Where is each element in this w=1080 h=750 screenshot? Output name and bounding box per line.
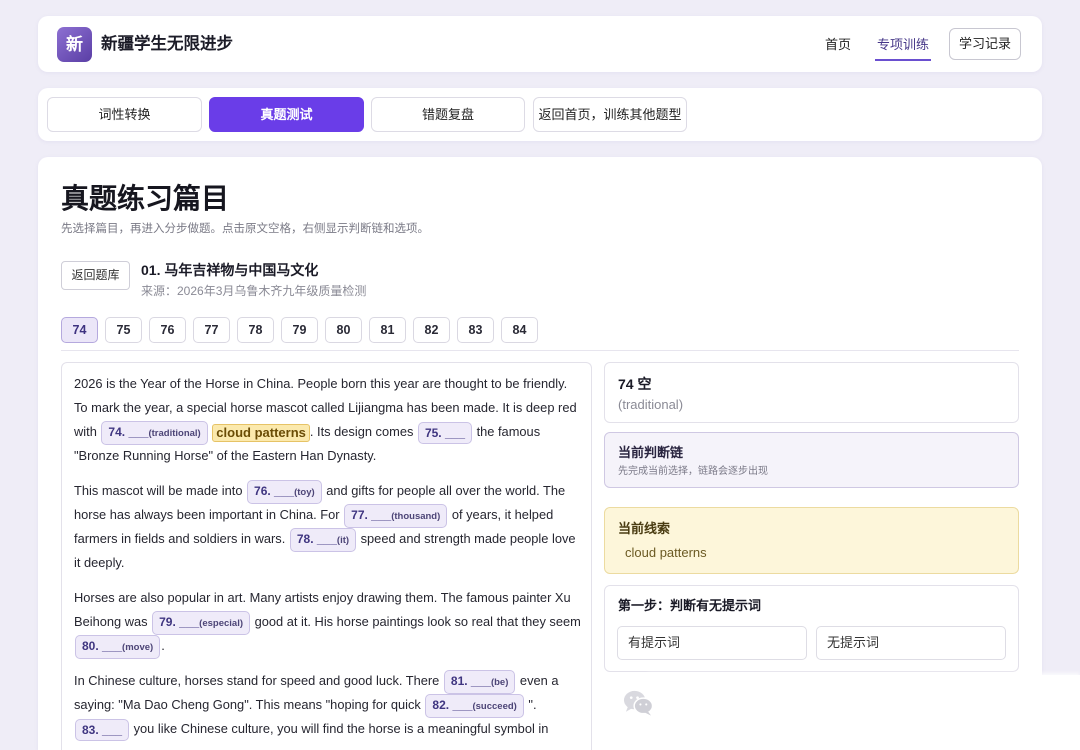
question-chip-84[interactable]: 84 <box>501 317 538 343</box>
blank-hint: (be) <box>490 676 509 688</box>
passage-paragraph: 2026 is the Year of the Horse in China. … <box>74 372 582 468</box>
blank-83[interactable]: 83. ___ <box>75 718 130 741</box>
blank-label: 83. ___ <box>82 722 123 737</box>
passage-paragraph: In Chinese culture, horses stand for spe… <box>74 669 582 741</box>
option-no-hint-word[interactable]: 无提示词 <box>816 626 1006 660</box>
question-chip-83[interactable]: 83 <box>457 317 494 343</box>
current-blank-card: 74 空 (traditional) <box>604 362 1019 423</box>
tab-word-form[interactable]: 词性转换 <box>47 97 202 132</box>
step-card: 第一步：判断有无提示词 有提示词 无提示词 <box>604 585 1019 672</box>
main-panel: 真题练习篇目 先选择篇目，再进入分步做题。点击原文空格，右侧显示判断链和选项。 … <box>38 157 1042 750</box>
wechat-icon <box>623 688 654 718</box>
passage-text: . Its design comes <box>309 424 417 439</box>
clue-highlight: cloud patterns <box>212 423 310 442</box>
current-clue-title: 当前线索 <box>618 521 671 536</box>
judgement-chain-title: 当前判断链 <box>618 445 684 460</box>
blank-79[interactable]: 79. ___(especial) <box>152 610 250 635</box>
blank-hint: (traditional) <box>148 427 201 439</box>
app-title: 新疆学生无限进步 <box>101 35 233 53</box>
current-clue-text: cloud patterns <box>625 545 707 560</box>
question-chip-79[interactable]: 79 <box>281 317 318 343</box>
passage-text: ". <box>524 697 537 712</box>
blank-77[interactable]: 77. ___(thousand) <box>344 503 448 528</box>
question-chip-77[interactable]: 77 <box>193 317 230 343</box>
passage-text: In Chinese culture, horses stand for spe… <box>74 673 443 688</box>
step-title: 第一步：判断有无提示词 <box>618 598 762 613</box>
nav-training-link[interactable]: 专项训练 <box>875 30 932 61</box>
back-to-library-button[interactable]: 返回题库 <box>61 261 130 290</box>
blank-label: 81. ___ <box>450 673 491 688</box>
current-blank-hint: (traditional) <box>618 397 684 412</box>
blank-80[interactable]: 80. ___(move) <box>75 634 161 659</box>
blank-75[interactable]: 75. ___ <box>417 421 472 444</box>
question-chip-80[interactable]: 80 <box>325 317 362 343</box>
blank-hint: (succeed) <box>472 700 517 712</box>
blank-hint: (thousand) <box>391 510 441 522</box>
blank-label: 74. ___ <box>108 424 149 439</box>
passage-text: good at it. His horse paintings look so … <box>251 614 581 629</box>
page-subtitle: 先选择篇目，再进入分步做题。点击原文空格，右侧显示判断链和选项。 <box>61 223 429 235</box>
passage-paragraph: This mascot will be made into 76. ___(to… <box>74 479 582 575</box>
question-chip-82[interactable]: 82 <box>413 317 450 343</box>
option-has-hint-word[interactable]: 有提示词 <box>617 626 807 660</box>
judgement-chain-desc: 先完成当前选择，链路会逐步出现 <box>618 466 768 477</box>
article-title: 01. 马年吉祥物与中国马文化 <box>141 262 319 278</box>
blank-76[interactable]: 76. ___(toy) <box>247 479 322 504</box>
blank-81[interactable]: 81. ___(be) <box>443 669 516 694</box>
passage-paragraph: Horses are also popular in art. Many art… <box>74 586 582 659</box>
top-header: 新 新疆学生无限进步 首页 专项训练 学习记录 <box>38 16 1042 72</box>
app-logo[interactable]: 新 <box>57 27 92 62</box>
question-chip-81[interactable]: 81 <box>369 317 406 343</box>
passage-text: This mascot will be made into <box>74 483 247 498</box>
passage-text: you like Chinese culture, you will find … <box>130 721 549 736</box>
question-chip-78[interactable]: 78 <box>237 317 274 343</box>
blank-hint: (it) <box>336 534 350 546</box>
current-clue-card: 当前线索 cloud patterns <box>604 507 1019 574</box>
tab-mistake-review[interactable]: 错题复盘 <box>371 97 525 132</box>
nav-home-link[interactable]: 首页 <box>825 30 851 61</box>
question-chip-75[interactable]: 75 <box>105 317 142 343</box>
blank-74[interactable]: 74. ___(traditional) <box>101 420 208 445</box>
watermark-overlay <box>648 675 1080 750</box>
blank-78[interactable]: 78. ___(it) <box>289 527 357 552</box>
current-blank-title: 74 空 <box>618 376 652 392</box>
blank-label: 82. ___ <box>432 697 473 712</box>
blank-82[interactable]: 82. ___(succeed) <box>425 693 524 718</box>
page-title: 真题练习篇目 <box>61 183 230 214</box>
blank-label: 79. ___ <box>159 614 200 629</box>
question-chip-76[interactable]: 76 <box>149 317 186 343</box>
blank-hint: (toy) <box>294 486 315 498</box>
blank-label: 80. ___ <box>82 638 123 653</box>
blank-label: 77. ___ <box>351 507 392 522</box>
blank-hint: (especial) <box>199 617 243 629</box>
blank-label: 78. ___ <box>296 531 337 546</box>
blank-label: 75. ___ <box>424 425 465 440</box>
blank-label: 76. ___ <box>254 483 295 498</box>
divider <box>61 350 1019 351</box>
step-options: 有提示词 无提示词 <box>617 626 1015 660</box>
passage-panel: 2026 is the Year of the Horse in China. … <box>61 362 592 750</box>
blank-hint: (move) <box>122 641 154 653</box>
article-source: 来源：2026年3月乌鲁木齐九年级质量检测 <box>141 284 367 298</box>
passage-text: . <box>161 638 165 653</box>
study-records-button[interactable]: 学习记录 <box>949 28 1021 60</box>
question-number-bar: 74 75 76 77 78 79 80 81 82 83 84 <box>61 317 545 343</box>
mode-tabbar: 词性转换 真题测试 错题复盘 返回首页，训练其他题型 <box>38 88 1042 141</box>
question-chip-74[interactable]: 74 <box>61 317 98 343</box>
judgement-chain-card: 当前判断链 先完成当前选择，链路会逐步出现 <box>604 432 1019 488</box>
tab-real-test[interactable]: 真题测试 <box>209 97 364 132</box>
tab-back-home[interactable]: 返回首页，训练其他题型 <box>533 97 687 132</box>
